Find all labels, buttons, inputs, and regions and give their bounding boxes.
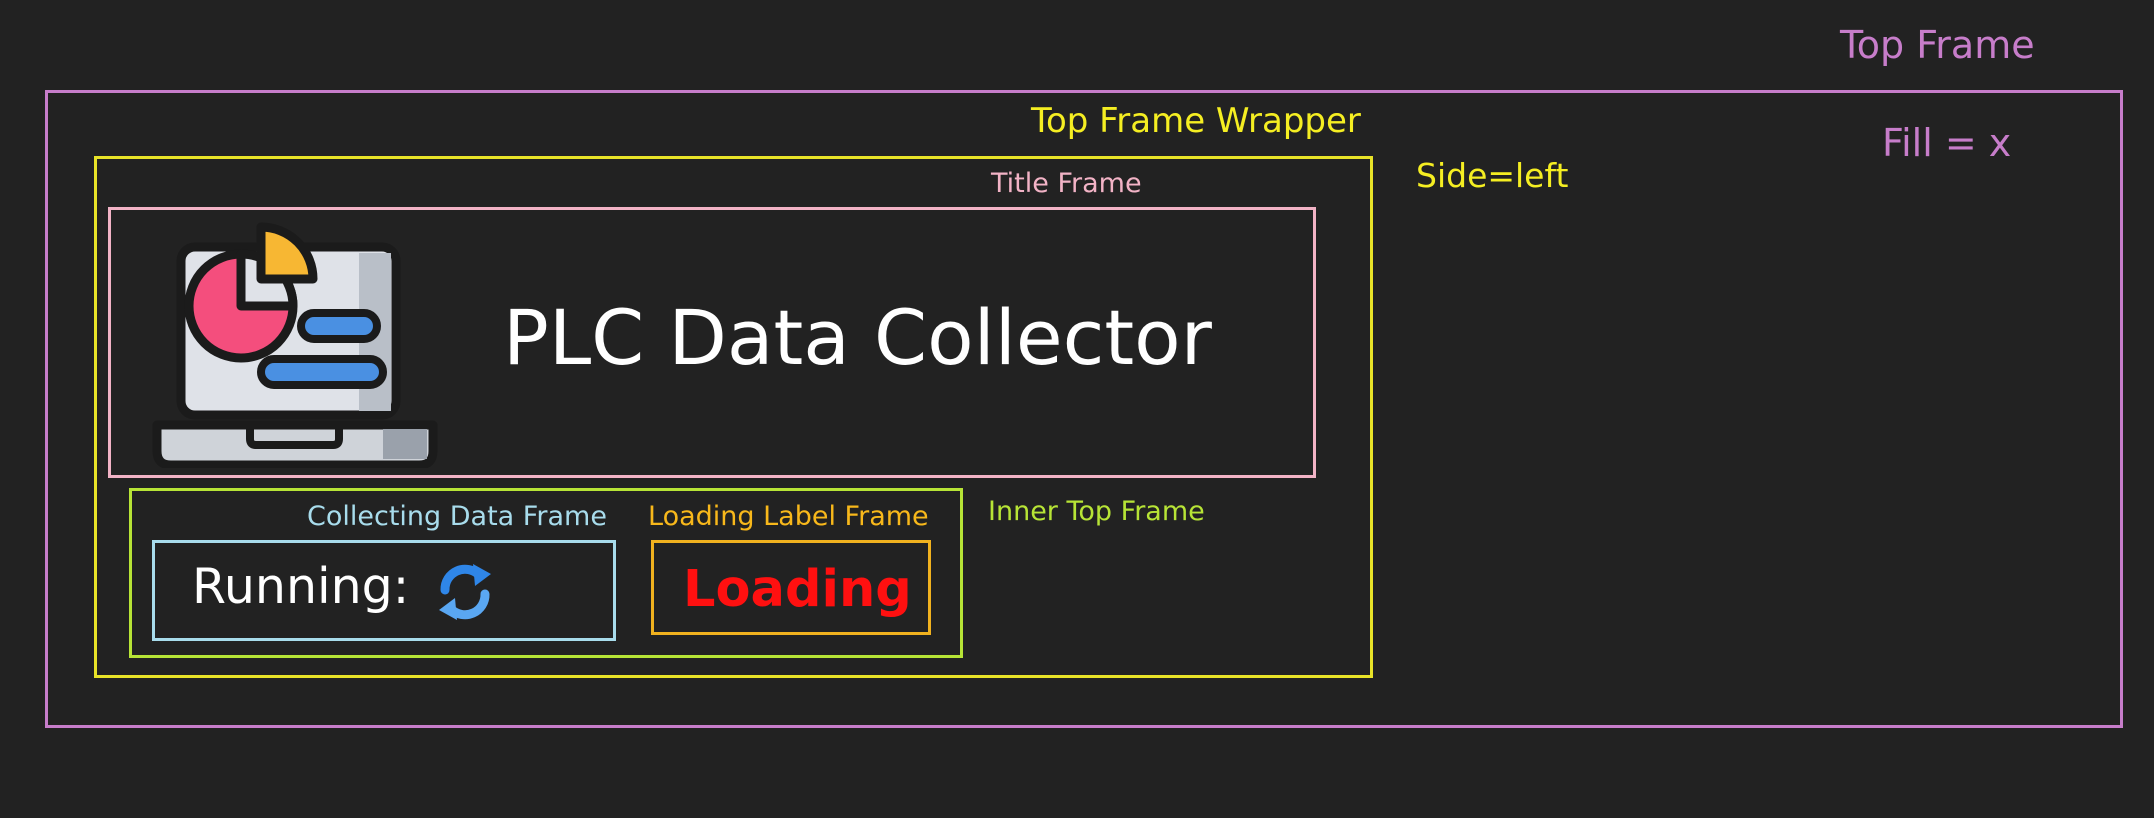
app-title: PLC Data Collector	[503, 293, 1212, 382]
loading-label: Loading	[683, 560, 912, 619]
inner-top-frame-label: Inner Top Frame	[988, 496, 1205, 527]
fill-note: Fill = x	[1882, 121, 2012, 165]
loading-label-frame-label: Loading Label Frame	[648, 501, 929, 532]
laptop-chart-icon	[143, 213, 443, 470]
collecting-data-frame-label: Collecting Data Frame	[307, 501, 607, 532]
side-note: Side=left	[1416, 156, 1569, 195]
top-frame-label: Top Frame	[1840, 23, 2035, 67]
title-frame-label: Title Frame	[991, 168, 1142, 199]
running-label: Running:	[192, 558, 410, 615]
top-frame-wrapper-label: Top Frame Wrapper	[1031, 101, 1361, 141]
sync-icon	[433, 560, 497, 624]
